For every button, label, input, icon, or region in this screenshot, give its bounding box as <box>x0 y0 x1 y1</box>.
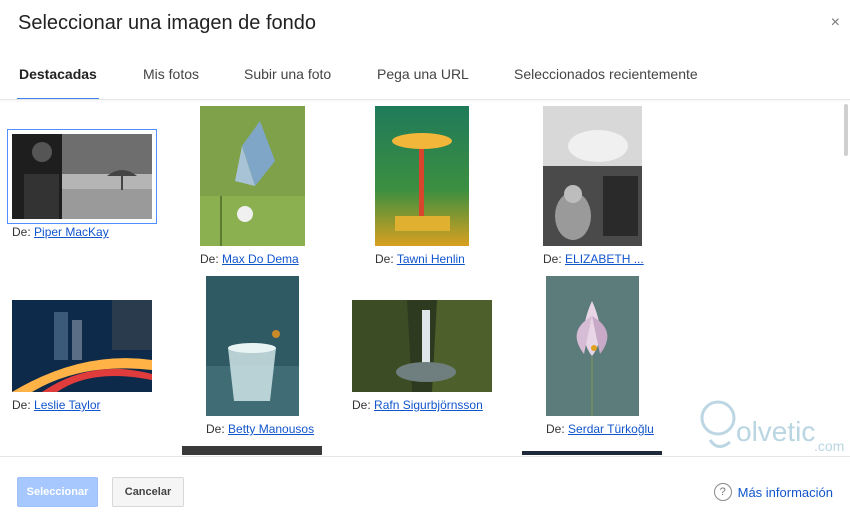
image-caption: De: Leslie Taylor <box>12 398 101 412</box>
cancel-button[interactable]: Cancelar <box>112 477 184 507</box>
author-link[interactable]: Max Do Dema <box>222 252 299 266</box>
close-icon[interactable]: × <box>831 14 840 32</box>
help-icon: ? <box>713 483 732 501</box>
author-link[interactable]: Leslie Taylor <box>34 398 100 412</box>
tab-bar: Destacadas Mis fotos Subir una foto Pega… <box>0 56 850 100</box>
image-thumbnail[interactable] <box>7 129 157 224</box>
background-image-dialog: Seleccionar una imagen de fondo × Destac… <box>0 0 850 523</box>
author-link[interactable]: Serdar Türkoğlu <box>568 422 654 436</box>
tab-recently-selected[interactable]: Seleccionados recientemente <box>514 66 698 100</box>
author-link[interactable]: Piper MacKay <box>34 225 109 239</box>
watermark-logo: olvetic .com <box>696 396 850 458</box>
author-link[interactable]: Rafn Sigurbjörnsson <box>374 398 483 412</box>
image-thumbnail[interactable] <box>182 446 322 455</box>
more-info-label: Más información <box>737 484 833 500</box>
author-link[interactable]: Tawni Henlin <box>397 252 465 266</box>
image-caption: De: Rafn Sigurbjörnsson <box>352 398 483 412</box>
author-link[interactable]: Betty Manousos <box>228 422 314 436</box>
footer-divider <box>0 456 850 457</box>
select-button[interactable]: Seleccionar <box>17 477 98 507</box>
image-thumbnail[interactable] <box>375 106 469 246</box>
tab-featured[interactable]: Destacadas <box>17 66 99 100</box>
author-link[interactable]: ELIZABETH ... <box>565 252 644 266</box>
image-caption: De: Piper MacKay <box>12 225 109 239</box>
image-caption: De: Betty Manousos <box>206 422 315 436</box>
image-thumbnail[interactable] <box>352 300 492 392</box>
image-thumbnail[interactable] <box>522 451 662 455</box>
image-thumbnail[interactable] <box>546 276 639 416</box>
more-info-link[interactable]: ? Más información <box>713 483 833 501</box>
image-caption: De: Tawni Henlin <box>375 252 465 266</box>
tab-paste-url[interactable]: Pega una URL <box>377 66 469 100</box>
image-thumbnail[interactable] <box>200 106 305 246</box>
image-thumbnail[interactable] <box>206 276 299 416</box>
image-thumbnail[interactable] <box>543 106 642 246</box>
tab-my-photos[interactable]: Mis fotos <box>143 66 199 100</box>
dialog-title: Seleccionar una imagen de fondo <box>18 12 316 34</box>
tab-upload-photo[interactable]: Subir una foto <box>244 66 331 100</box>
image-caption: De: Serdar Türkoğlu <box>546 422 654 436</box>
image-thumbnail[interactable] <box>12 300 152 392</box>
image-caption: De: Max Do Dema <box>200 252 299 266</box>
scrollbar[interactable] <box>844 104 848 156</box>
image-caption: De: ELIZABETH ... <box>543 252 644 266</box>
